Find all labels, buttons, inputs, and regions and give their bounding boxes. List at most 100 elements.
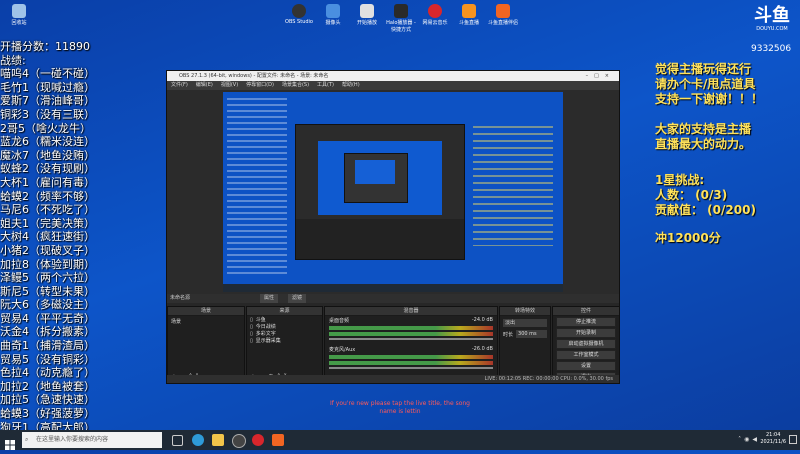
obs-window[interactable]: OBS 27.1.3 (64-bit, windows) - 配置文件: 未命名…	[166, 70, 620, 384]
music-taskbar-icon[interactable]	[252, 434, 264, 446]
nested-right-text	[473, 126, 553, 246]
douyu-logo: 斗鱼 DOUYU.COM	[747, 5, 797, 33]
properties-button[interactable]: 属性	[260, 294, 279, 303]
obs-titlebar[interactable]: OBS 27.1.3 (64-bit, windows) - 配置文件: 未命名…	[167, 71, 619, 81]
system-tray: ˄◉◀	[738, 436, 760, 443]
stats-row: 喵呜4（一碰不碰）	[0, 67, 95, 81]
menu-file[interactable]: 文件(F)	[171, 81, 188, 90]
source-visibility-icon[interactable]: ▯	[250, 338, 253, 344]
scene-item[interactable]: 场景	[168, 316, 244, 327]
stats-row: 大杯1（雇问有毒）	[0, 175, 95, 189]
stats-row: 泽鳗5（两个六拉）	[0, 271, 95, 285]
source-item-label: 多彩文字	[255, 331, 276, 337]
volume-slider[interactable]	[329, 338, 493, 340]
mixer-channel-desktop: 桌面音频 -24.0 dB	[325, 316, 497, 340]
filters-button[interactable]: 滤镜	[288, 294, 307, 303]
source-item[interactable]: ▯ 多彩文字	[250, 331, 319, 338]
edge-icon[interactable]	[192, 434, 204, 446]
menu-tools[interactable]: 工具(T)	[317, 81, 334, 90]
douyu-taskbar-icon[interactable]	[272, 434, 284, 446]
stats-row: 贸易4（平平无奇）	[0, 311, 95, 325]
menu-view[interactable]: 视图(V)	[221, 81, 238, 90]
task-view-icon[interactable]	[172, 435, 183, 446]
stats-row: 蚁蜂2（没有现刷）	[0, 162, 95, 176]
controls-title: 控件	[553, 307, 619, 316]
obs-taskbar-icon[interactable]	[232, 434, 246, 448]
channel-db: -24.0 dB	[471, 317, 493, 323]
obs-statusbar: LIVE: 00:12:05 REC: 00:00:00 CPU: 0.0%, …	[167, 375, 619, 383]
stats-list: 喵呜4（一碰不碰） 毛竹1（现喊过瘾） 爱斯7（滑油峰哥） 铜彩3（没有三联） 2哥5（…	[0, 67, 160, 434]
settings-button[interactable]: 设置	[556, 361, 616, 371]
menu-help[interactable]: 帮助(H)	[342, 81, 360, 90]
start-recording-button[interactable]: 开始录制	[556, 328, 616, 338]
desktop-icon-player[interactable]: 开始播放	[350, 4, 384, 33]
stop-streaming-button[interactable]: 停止推流	[556, 317, 616, 327]
file-explorer-icon[interactable]	[212, 434, 224, 446]
source-item[interactable]: ▯ 今日战绩	[250, 324, 319, 331]
douyu-companion-icon	[496, 4, 510, 18]
menu-scene-collection[interactable]: 场景集合(S)	[282, 81, 309, 90]
transitions-title: 转场特效	[500, 307, 550, 316]
halo-icon	[394, 4, 408, 18]
channel-db: -26.0 dB	[471, 346, 493, 352]
duration-input[interactable]: 300 ms	[516, 330, 547, 338]
promo-line-2: 请办个卡/甩点道具	[655, 77, 756, 91]
close-icon[interactable]: ×	[605, 73, 615, 79]
subtitle-line-1: If you're new please tap the live title,…	[330, 400, 470, 407]
desktop-icon-halo[interactable]: Halo播放器 - 快捷方式	[384, 4, 418, 33]
volume-meter	[329, 326, 493, 330]
duration-label: 时长	[503, 331, 514, 338]
desktop-icon-douyu-companion[interactable]: 斗鱼直播伴侣	[486, 4, 520, 33]
menu-docks[interactable]: 停靠窗口(D)	[246, 81, 274, 90]
source-visibility-icon[interactable]: ▯	[250, 317, 253, 323]
obs-menubar: 文件(F) 编辑(E) 视图(V) 停靠窗口(D) 场景集合(S) 工具(T) …	[167, 81, 619, 90]
channel-name: 麦克风/Aux	[329, 347, 356, 353]
source-item[interactable]: ▯ 显示器采集	[250, 338, 319, 345]
source-item[interactable]: ▯ 斗鱼	[250, 317, 319, 324]
clock-time: 21:04	[765, 432, 781, 438]
volume-meter	[329, 361, 493, 365]
stats-row: 沃金4（拆分搬素）	[0, 325, 95, 339]
nested-panels	[296, 219, 464, 259]
source-visibility-icon[interactable]: ▯	[250, 324, 253, 330]
desktop-icon-recycle-bin[interactable]: 回收站	[2, 4, 36, 26]
sources-title: 来源	[247, 307, 322, 316]
transition-select[interactable]: 淡出	[503, 319, 547, 327]
stats-row: 2哥5（啥火龙牛）	[0, 121, 91, 135]
desktop-icon-obs[interactable]: OBS Studio	[282, 4, 316, 33]
volume-slider[interactable]	[329, 367, 493, 369]
source-item-label: 显示器采集	[255, 338, 281, 344]
search-placeholder: 在这里输入你要搜索的内容	[36, 436, 109, 443]
stats-row: 蓝龙6（糯米没连）	[0, 135, 95, 149]
stats-row: 魔冰7（地鱼没贿）	[0, 148, 95, 162]
logo-text: 斗鱼	[754, 5, 790, 26]
stats-row: 马尼6（不死吃了）	[0, 203, 95, 217]
volume-icon[interactable]: ◀	[752, 436, 760, 443]
mixer-panel: 混音器 桌面音频 -24.0 dB 麦克风/Aux -26.0 dB	[324, 306, 498, 384]
start-virtual-camera-button[interactable]: 启动虚拟摄像机	[556, 339, 616, 349]
obs-preview[interactable]	[223, 92, 563, 292]
source-tabbar: 未命名源 属性 滤镜	[167, 294, 619, 303]
desktop-icon-camera[interactable]: 摄像头	[316, 4, 350, 33]
windows-icon	[5, 440, 15, 450]
stats-row: 加拉5（急速快速）	[0, 393, 95, 407]
challenge-people: 人数： (0/3)	[655, 188, 728, 202]
obs-docks: 未命名源 属性 滤镜 场景 场景 +−˄˅ 来源 ▯斗鱼▯今日战绩▯多彩文字▯显…	[167, 294, 620, 384]
logo-sub: DOUYU.COM	[756, 26, 788, 32]
start-button[interactable]	[5, 435, 15, 450]
maximize-icon[interactable]: □	[594, 73, 605, 79]
stats-row: 贸易5（没有铜彩）	[0, 352, 95, 366]
menu-edit[interactable]: 编辑(E)	[196, 81, 213, 90]
taskbar-search-input[interactable]: ⌕ 在这里输入你要搜索的内容	[22, 432, 162, 448]
notification-icon[interactable]	[789, 435, 797, 444]
minimize-icon[interactable]: –	[586, 73, 595, 79]
source-visibility-icon[interactable]: ▯	[250, 331, 253, 337]
stats-row: 毛竹1（现喊过瘾）	[0, 80, 95, 94]
studio-mode-button[interactable]: 工作室模式	[556, 350, 616, 360]
camera-icon	[326, 4, 340, 18]
desktop-icon-netease-music[interactable]: 网易云音乐	[418, 4, 452, 33]
challenge-goal: 冲12000分	[655, 231, 721, 245]
desktop-icon-douyu[interactable]: 斗鱼直播	[452, 4, 486, 33]
promo-line-4: 大家的支持是主播	[655, 122, 752, 136]
clock[interactable]: 21:04 2021/11/6	[760, 432, 786, 446]
